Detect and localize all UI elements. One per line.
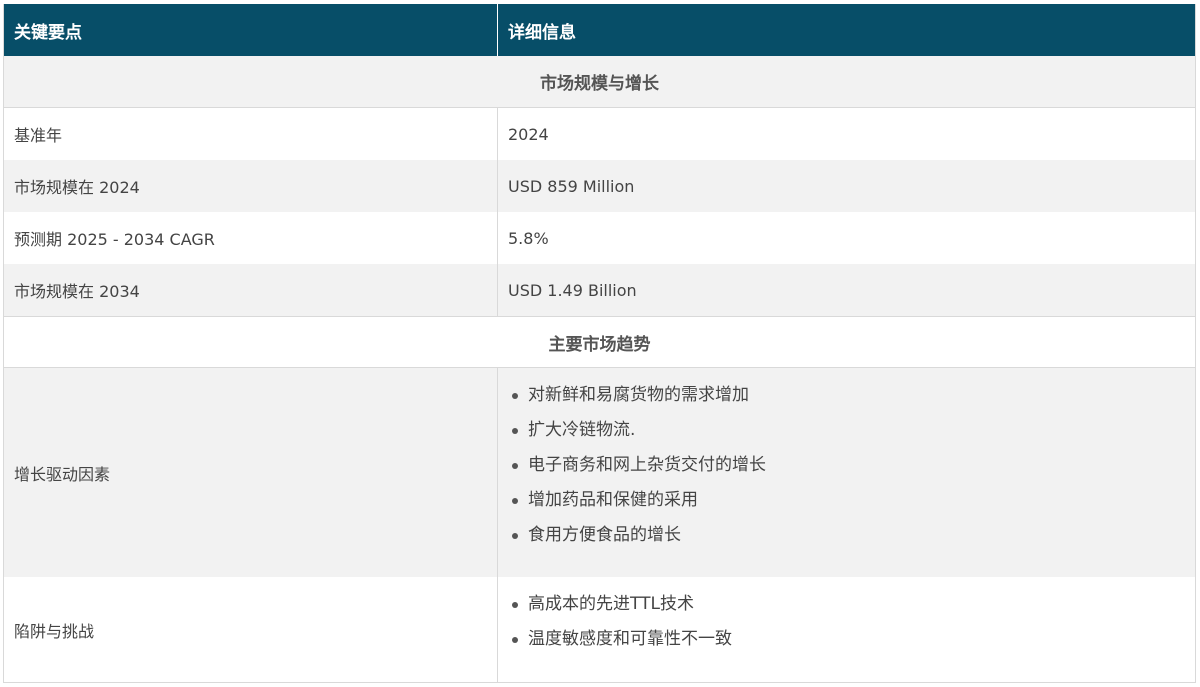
row-label: 市场规模在 2034	[4, 264, 498, 316]
header-details: 详细信息	[508, 22, 576, 43]
table-row: 市场规模在 2024 USD 859 Million	[4, 160, 1195, 212]
pitfalls-row: 陷阱与挑战 高成本的先进TTL技术 温度敏感度和可靠性不一致	[4, 577, 1195, 682]
growth-drivers-label: 增长驱动因素	[4, 368, 498, 577]
key-points-table: 关键要点 详细信息 市场规模与增长 基准年 2024 市场规模在 2024 US…	[3, 4, 1196, 683]
section-key-trends: 主要市场趋势	[4, 316, 1195, 368]
list-item: 食用方便食品的增长	[508, 518, 766, 553]
row-value: USD 1.49 Billion	[508, 280, 637, 300]
row-label: 市场规模在 2024	[4, 160, 498, 212]
section-market-size: 市场规模与增长	[4, 56, 1195, 108]
table-row: 市场规模在 2034 USD 1.49 Billion	[4, 264, 1195, 316]
pitfalls-label: 陷阱与挑战	[4, 577, 498, 682]
table-row: 预测期 2025 - 2034 CAGR 5.8%	[4, 212, 1195, 264]
row-label: 基准年	[4, 108, 498, 160]
table-row: 基准年 2024	[4, 108, 1195, 160]
list-item: 对新鲜和易腐货物的需求增加	[508, 378, 766, 413]
row-label: 预测期 2025 - 2034 CAGR	[4, 212, 498, 264]
table-header: 关键要点 详细信息	[4, 4, 1195, 56]
growth-drivers-row: 增长驱动因素 对新鲜和易腐货物的需求增加 扩大冷链物流. 电子商务和网上杂货交付…	[4, 368, 1195, 577]
pitfalls-list-cell: 高成本的先进TTL技术 温度敏感度和可靠性不一致	[498, 577, 1195, 682]
header-key-points: 关键要点	[4, 4, 498, 56]
list-item: 电子商务和网上杂货交付的增长	[508, 448, 766, 483]
row-value: USD 859 Million	[508, 176, 635, 196]
growth-drivers-list: 对新鲜和易腐货物的需求增加 扩大冷链物流. 电子商务和网上杂货交付的增长 增加药…	[508, 378, 766, 553]
list-item: 增加药品和保健的采用	[508, 483, 766, 518]
list-item: 高成本的先进TTL技术	[508, 587, 732, 622]
growth-drivers-list-cell: 对新鲜和易腐货物的需求增加 扩大冷链物流. 电子商务和网上杂货交付的增长 增加药…	[498, 368, 1195, 577]
list-item: 温度敏感度和可靠性不一致	[508, 622, 732, 657]
row-value: 2024	[508, 124, 549, 144]
row-value: 5.8%	[508, 228, 549, 248]
pitfalls-list: 高成本的先进TTL技术 温度敏感度和可靠性不一致	[508, 587, 732, 657]
list-item: 扩大冷链物流.	[508, 413, 766, 448]
